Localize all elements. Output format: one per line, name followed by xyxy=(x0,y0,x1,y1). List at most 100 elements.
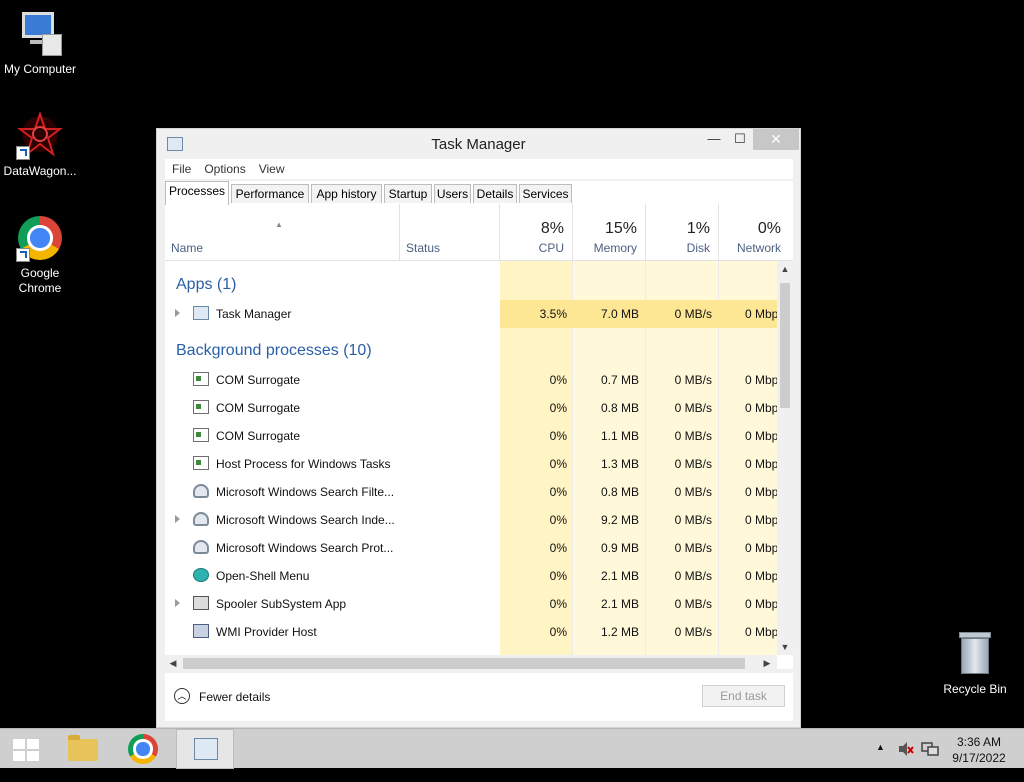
scroll-up-arrow-icon[interactable]: ▲ xyxy=(777,261,793,277)
column-status[interactable]: Status xyxy=(399,204,500,260)
fewer-details-link[interactable]: Fewer details xyxy=(199,690,270,704)
process-name: Microsoft Windows Search Filte... xyxy=(216,485,395,499)
menu-view[interactable]: View xyxy=(252,159,291,176)
expand-arrow-icon[interactable] xyxy=(175,309,180,317)
tab-users[interactable]: Users xyxy=(434,184,471,203)
tab-startup[interactable]: Startup xyxy=(384,184,432,203)
memory-value: 2.1 MB xyxy=(600,597,639,611)
shell-icon xyxy=(193,568,209,582)
menu-file[interactable]: File xyxy=(165,159,197,176)
column-disk[interactable]: 1% Disk xyxy=(645,204,718,260)
group-header-background[interactable]: Background processes (10) xyxy=(176,342,372,360)
taskbar-file-explorer[interactable] xyxy=(54,729,110,769)
process-row[interactable]: Open-Shell Menu 0% 2.1 MB 0 MB/s 0 Mbp xyxy=(165,562,777,590)
desktop-icon-recycle-bin[interactable]: Recycle Bin xyxy=(935,630,1015,697)
scroll-left-arrow-icon[interactable]: ◀ xyxy=(165,655,181,669)
cpu-value: 0% xyxy=(549,541,567,555)
scroll-down-arrow-icon[interactable]: ▼ xyxy=(777,639,793,655)
speaker-muted-icon[interactable] xyxy=(897,741,915,781)
process-name: Task Manager xyxy=(216,307,292,321)
process-name: COM Surrogate xyxy=(216,401,301,415)
minimize-button[interactable]: — xyxy=(701,129,727,150)
maximize-button[interactable]: ☐ xyxy=(727,129,753,150)
desktop-icon-label: Google Chrome xyxy=(18,266,62,295)
process-row[interactable]: Spooler SubSystem App 0% 2.1 MB 0 MB/s 0 Mbp xyxy=(165,590,777,618)
process-row[interactable]: WMI Provider Host 0% 1.2 MB 0 MB/s 0 Mbp xyxy=(165,618,777,646)
desktop-icon-my-computer[interactable]: My Computer xyxy=(0,10,80,77)
process-list: ▲ Name Status 8% CPU 15% Memory 1% Disk … xyxy=(165,204,793,669)
task-manager-icon xyxy=(193,306,209,320)
process-row[interactable]: COM Surrogate 0% 0.8 MB 0 MB/s 0 Mbp xyxy=(165,394,777,422)
show-hidden-icons-icon[interactable]: ▲ xyxy=(876,742,885,782)
network-value: 0 Mbp xyxy=(745,513,777,527)
column-cpu[interactable]: 8% CPU xyxy=(499,204,572,260)
process-row[interactable]: Microsoft Windows Search Inde... 0% 9.2 MB… xyxy=(165,506,777,534)
expand-arrow-icon[interactable] xyxy=(175,515,180,523)
process-icon xyxy=(193,428,209,442)
taskbar-task-manager[interactable] xyxy=(176,729,234,769)
scroll-right-arrow-icon[interactable]: ▶ xyxy=(759,655,775,669)
taskbar: ▲ 3:36 AM 9/17/2022 xyxy=(0,728,1024,769)
group-header-apps[interactable]: Apps (1) xyxy=(176,276,236,294)
network-icon[interactable] xyxy=(921,741,939,781)
process-name: Host Process for Windows Tasks xyxy=(216,457,391,471)
title-bar[interactable]: Task Manager — ☐ ✕ xyxy=(157,129,800,159)
taskbar-google-chrome[interactable] xyxy=(116,729,172,769)
horizontal-scrollbar[interactable]: ◀ ▶ xyxy=(165,655,777,669)
process-row[interactable]: COM Surrogate 0% 0.7 MB 0 MB/s 0 Mbp xyxy=(165,366,777,394)
network-value: 0 Mbp xyxy=(745,625,777,639)
process-name: WMI Provider Host xyxy=(216,625,317,639)
process-name: Open-Shell Menu xyxy=(216,569,310,583)
shortcut-arrow-icon xyxy=(16,146,30,160)
recycle-bin-icon xyxy=(951,630,999,678)
memory-value: 7.0 MB xyxy=(600,307,639,321)
process-row[interactable]: COM Surrogate 0% 1.1 MB 0 MB/s 0 Mbp xyxy=(165,422,777,450)
tab-strip: Processes Performance App history Startu… xyxy=(165,181,793,205)
chevron-up-icon[interactable]: ︿ xyxy=(174,688,190,704)
disk-value: 0 MB/s xyxy=(674,485,712,499)
horizontal-scroll-thumb[interactable] xyxy=(183,658,745,669)
task-manager-window: Task Manager — ☐ ✕ File Options View Proce… xyxy=(156,128,801,728)
expand-arrow-icon[interactable] xyxy=(175,599,180,607)
desktop-icon-google-chrome[interactable]: Google Chrome xyxy=(0,214,80,296)
network-value: 0 Mbp xyxy=(745,485,777,499)
desktop-icon-datawagon[interactable]: DataWagon... xyxy=(0,110,80,179)
column-name[interactable]: ▲ Name xyxy=(165,204,399,260)
desktop-icon-label: My Computer xyxy=(3,62,77,76)
process-row[interactable]: Host Process for Windows Tasks 0% 1.3 MB 0 … xyxy=(165,450,777,478)
disk-value: 0 MB/s xyxy=(674,597,712,611)
folder-icon xyxy=(68,735,98,761)
process-row[interactable]: Microsoft Windows Search Prot... 0% 0.9 MB… xyxy=(165,534,777,562)
column-network[interactable]: 0% Network xyxy=(718,204,793,260)
windows-logo-icon xyxy=(13,739,39,761)
chrome-icon xyxy=(128,734,158,764)
process-row[interactable]: Microsoft Windows Search Filte... 0% 0.8 M… xyxy=(165,478,777,506)
tab-processes[interactable]: Processes xyxy=(165,181,229,205)
tab-services[interactable]: Services xyxy=(519,184,572,203)
cpu-value: 0% xyxy=(549,513,567,527)
datawagon-icon xyxy=(16,110,64,160)
close-button[interactable]: ✕ xyxy=(753,129,799,150)
footer-bar: ︿ Fewer details End task xyxy=(165,673,793,721)
start-button[interactable] xyxy=(0,729,56,769)
system-clock[interactable]: 3:36 AM 9/17/2022 xyxy=(944,734,1014,766)
tab-details[interactable]: Details xyxy=(473,184,517,203)
tab-app-history[interactable]: App history xyxy=(311,184,382,203)
network-value: 0 Mbp xyxy=(745,429,777,443)
clock-time: 3:36 AM xyxy=(956,735,1002,749)
column-memory[interactable]: 15% Memory xyxy=(572,204,645,260)
end-task-button[interactable]: End task xyxy=(702,685,785,707)
process-row-task-manager[interactable]: Task Manager 3.5% 7.0 MB 0 MB/s 0 Mbp xyxy=(165,300,777,328)
shortcut-arrow-icon xyxy=(16,248,30,262)
network-value: 0 Mbp xyxy=(745,307,777,321)
tab-performance[interactable]: Performance xyxy=(231,184,309,203)
network-value: 0 Mbp xyxy=(745,401,777,415)
vertical-scroll-thumb[interactable] xyxy=(780,283,790,408)
network-value: 0 Mbp xyxy=(745,569,777,583)
task-manager-icon xyxy=(194,738,218,760)
disk-value: 0 MB/s xyxy=(674,513,712,527)
network-value: 0 Mbp xyxy=(745,541,777,555)
menu-options[interactable]: Options xyxy=(197,159,251,176)
desktop-icon-label: DataWagon... xyxy=(3,164,77,178)
vertical-scrollbar[interactable]: ▲ ▼ xyxy=(777,261,793,655)
